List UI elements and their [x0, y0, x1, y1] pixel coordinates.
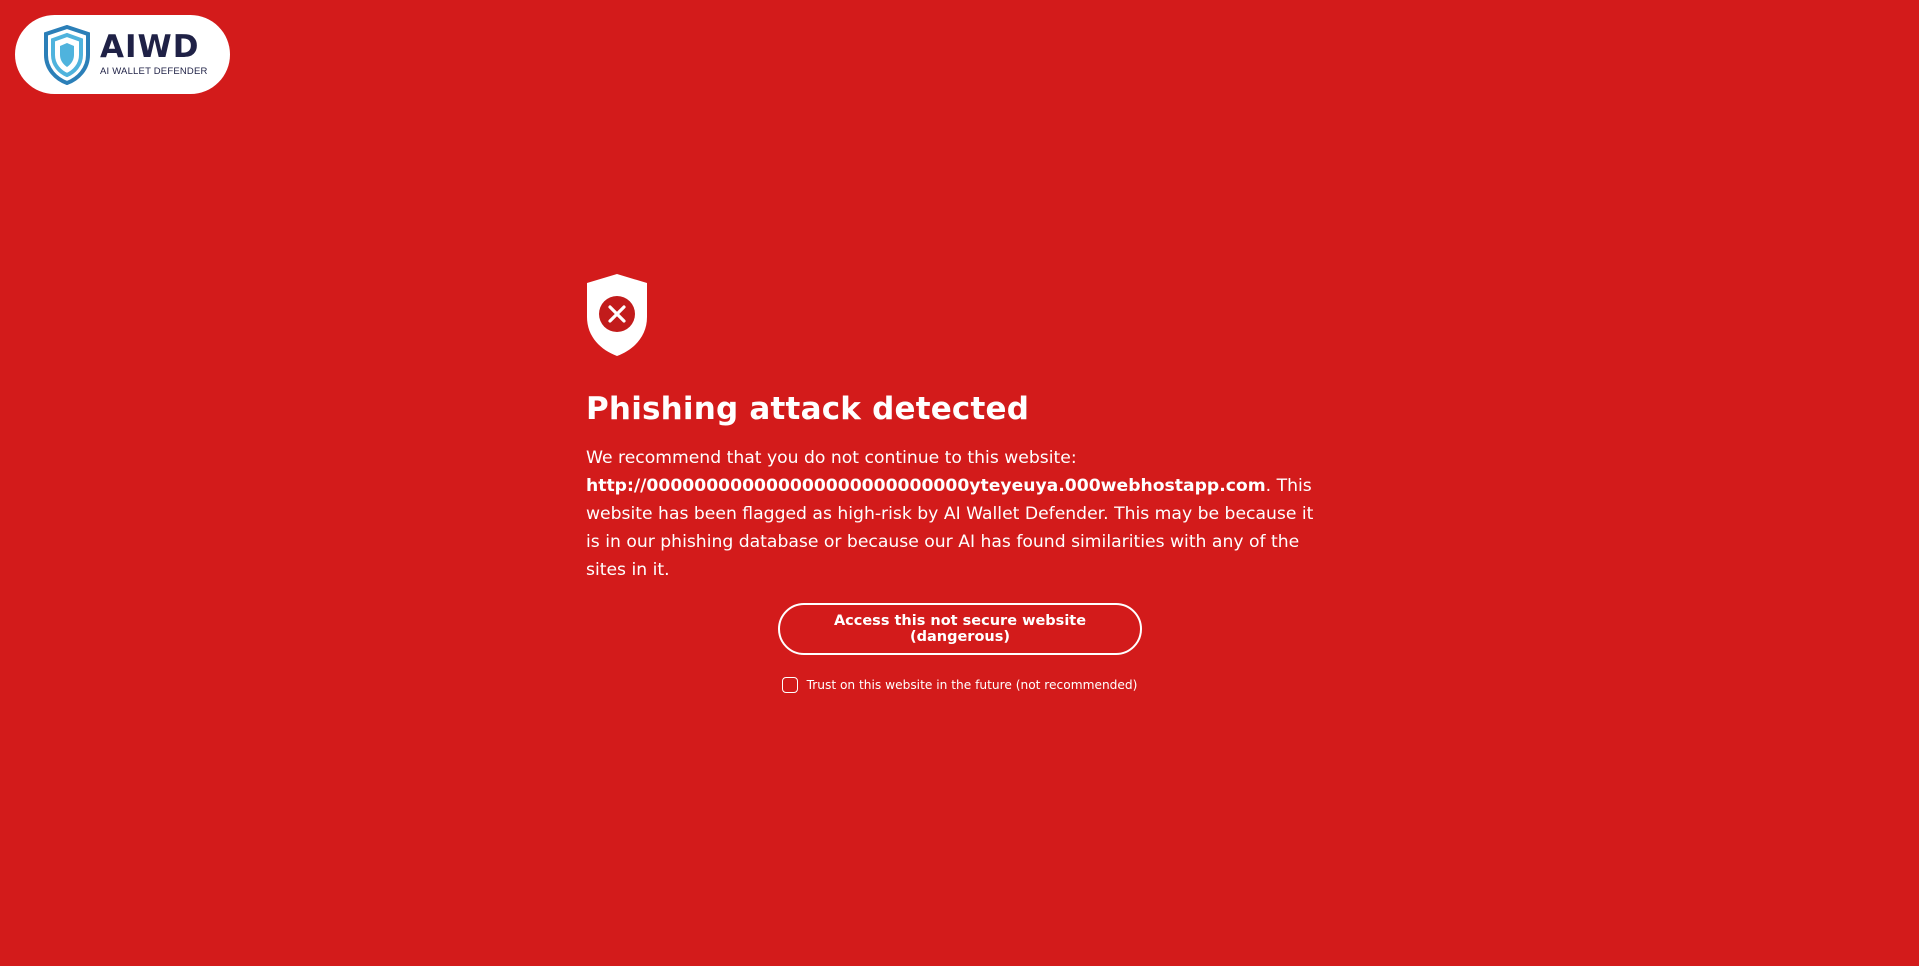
aiwd-logo: AIWD AI WALLET DEFENDER [15, 15, 230, 94]
warning-description: We recommend that you do not continue to… [586, 444, 1326, 584]
warning-intro: We recommend that you do not continue to… [586, 448, 1077, 468]
phishing-warning-page: AIWD AI WALLET DEFENDER Phishing attack … [0, 0, 1919, 966]
access-dangerous-website-button[interactable]: Access this not secure website (dangerou… [778, 603, 1142, 655]
trust-website-option[interactable]: Trust on this website in the future (not… [781, 677, 1138, 693]
warning-actions: Access this not secure website (dangerou… [0, 603, 1919, 693]
logo-title: AIWD [100, 29, 200, 66]
trust-checkbox-label[interactable]: Trust on this website in the future (not… [807, 678, 1138, 692]
logo-subtitle: AI WALLET DEFENDER [100, 66, 208, 78]
shield-x-icon [587, 274, 647, 356]
flagged-url: http://000000000000000000000000000yteyeu… [586, 476, 1266, 496]
trust-checkbox[interactable] [781, 677, 798, 693]
shield-logo-icon [44, 24, 90, 85]
warning-content: Phishing attack detected We recommend th… [586, 273, 1326, 584]
warning-title: Phishing attack detected [586, 391, 1030, 427]
